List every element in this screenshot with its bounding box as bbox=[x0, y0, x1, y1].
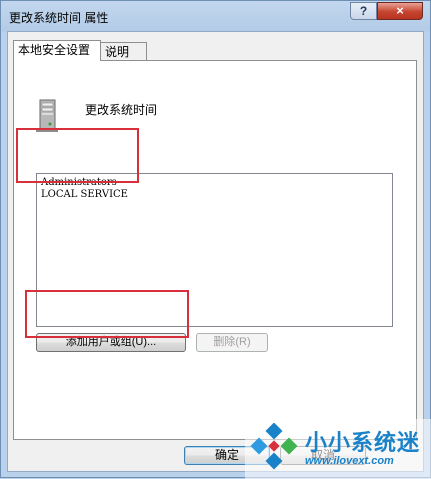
tab-local-security-setting[interactable]: 本地安全设置 bbox=[13, 40, 101, 61]
window-title: 更改系统时间 属性 bbox=[9, 11, 109, 25]
close-button[interactable]: × bbox=[377, 2, 423, 20]
help-button[interactable]: ? bbox=[350, 2, 377, 20]
title-bar[interactable]: 更改系统时间 属性 ? × bbox=[1, 1, 430, 31]
watermark-logo-icon bbox=[250, 423, 298, 470]
watermark-site-name: 小小系统迷 bbox=[305, 430, 421, 455]
tab-explain[interactable]: 说明 bbox=[100, 42, 147, 61]
watermark-url: www.ilovext.com bbox=[305, 455, 394, 467]
tab-panel: 更改系统时间 Administrators LOCAL SERVICE 添加用户… bbox=[13, 60, 417, 440]
highlight-box-members bbox=[16, 128, 139, 183]
remove-button[interactable]: 删除(R) bbox=[196, 333, 268, 352]
properties-dialog: 更改系统时间 属性 ? × 本地安全设置 说明 更改系统时间 Administr… bbox=[0, 0, 431, 479]
dialog-client-area: 本地安全设置 说明 更改系统时间 Administrators LOCAL SE… bbox=[7, 31, 424, 472]
list-item[interactable]: LOCAL SERVICE bbox=[41, 189, 388, 201]
highlight-box-add-button bbox=[25, 290, 189, 338]
policy-name: 更改系统时间 bbox=[85, 103, 158, 117]
watermark: 小小系统迷 www.ilovext.com bbox=[245, 419, 431, 479]
